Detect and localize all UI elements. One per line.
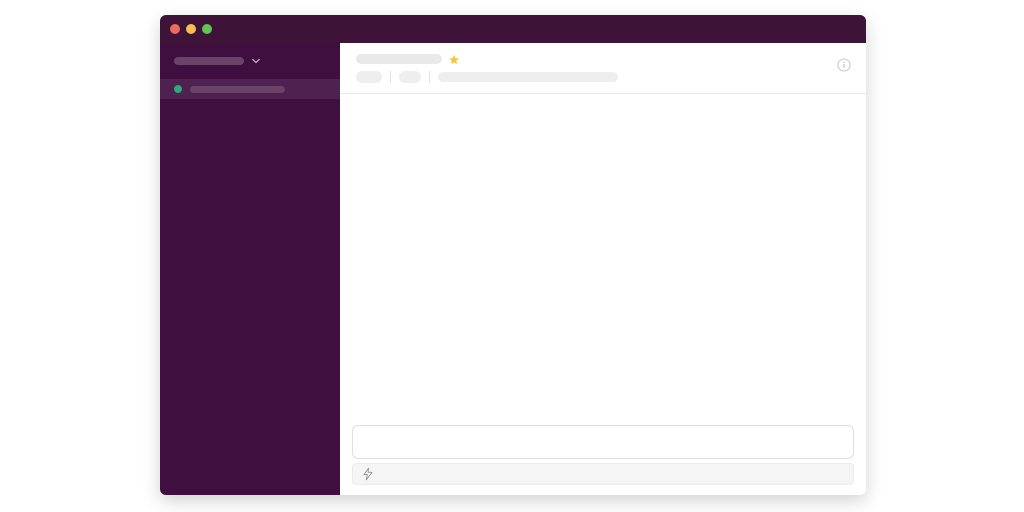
header-divider (390, 71, 391, 83)
header-meta-pill[interactable] (399, 71, 421, 83)
info-icon[interactable] (836, 57, 852, 73)
sidebar-channel-label (190, 86, 285, 93)
composer-area (340, 425, 866, 495)
channel-header (340, 43, 866, 94)
window-titlebar (160, 15, 866, 43)
chevron-down-icon (252, 57, 260, 65)
workspace-name (174, 57, 244, 65)
app-body (160, 43, 866, 495)
main-panel (340, 43, 866, 495)
traffic-light-zoom[interactable] (202, 24, 212, 34)
channel-title[interactable] (356, 54, 442, 64)
workspace-switcher[interactable] (160, 53, 340, 69)
lightning-icon[interactable] (361, 467, 375, 481)
app-window (160, 15, 866, 495)
star-icon[interactable] (448, 53, 460, 65)
presence-indicator-icon (174, 85, 182, 93)
message-input[interactable] (352, 425, 854, 459)
sidebar-channel-active[interactable] (160, 79, 340, 99)
traffic-light-minimize[interactable] (186, 24, 196, 34)
traffic-light-close[interactable] (170, 24, 180, 34)
channel-topic[interactable] (438, 72, 618, 82)
message-list (340, 94, 866, 425)
header-meta-pill[interactable] (356, 71, 382, 83)
composer-action-bar (352, 463, 854, 485)
sidebar (160, 43, 340, 495)
header-divider (429, 71, 430, 83)
